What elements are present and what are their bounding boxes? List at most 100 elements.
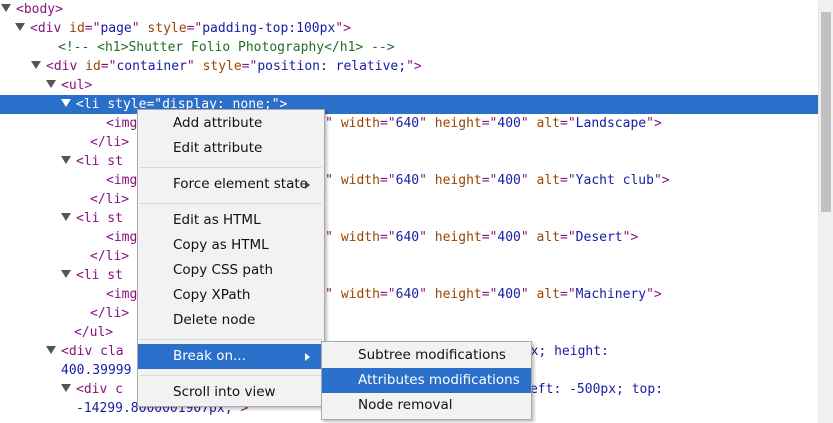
code-token: 640 bbox=[395, 173, 420, 188]
scrollbar-thumb[interactable] bbox=[821, 12, 831, 212]
code-token: <li bbox=[76, 97, 108, 112]
code-token: =" bbox=[379, 116, 396, 131]
expand-triangle-icon[interactable] bbox=[46, 346, 56, 354]
code-token: 400 bbox=[497, 173, 521, 188]
code-token: =" bbox=[481, 287, 498, 302]
menu-item-edit-as-html[interactable]: Edit as HTML bbox=[138, 208, 324, 233]
menu-item-subtree-modifications[interactable]: Subtree modifications bbox=[322, 343, 531, 368]
menu-item-add-attribute[interactable]: Add attribute bbox=[138, 111, 324, 136]
dom-node-line[interactable]: <img /1.jpg" width="640" height="400" al… bbox=[0, 114, 818, 133]
code-token: " bbox=[419, 287, 435, 302]
code-token: " bbox=[419, 173, 435, 188]
code-token: "> bbox=[646, 116, 662, 131]
code-token: <ul> bbox=[61, 78, 93, 93]
code-token: Landscape bbox=[575, 116, 647, 131]
code-token: </li> bbox=[90, 249, 130, 264]
expand-triangle-icon[interactable] bbox=[1, 4, 11, 12]
code-token: position: relative; bbox=[257, 59, 407, 74]
menu-item-force-element-state[interactable]: Force element state bbox=[138, 172, 324, 197]
code-token: 400 bbox=[497, 230, 521, 245]
expand-triangle-icon[interactable] bbox=[61, 213, 71, 221]
menu-item-label: Copy XPath bbox=[173, 287, 251, 303]
code-token: page bbox=[100, 21, 132, 36]
code-token: =" bbox=[241, 59, 258, 74]
dom-node-line[interactable]: <li st bbox=[0, 209, 818, 228]
menu-item-break-on[interactable]: Break on... bbox=[138, 344, 324, 369]
code-token: 640 bbox=[395, 287, 420, 302]
code-token: width bbox=[340, 230, 380, 245]
code-token: <div bbox=[30, 21, 70, 36]
code-token: height bbox=[434, 230, 482, 245]
code-token: " bbox=[520, 173, 537, 188]
dom-node-line[interactable]: <li st bbox=[0, 152, 818, 171]
dom-node-line[interactable]: <ul> bbox=[0, 76, 818, 95]
menu-item-copy-css-path[interactable]: Copy CSS path bbox=[138, 258, 324, 283]
menu-item-copy-xpath[interactable]: Copy XPath bbox=[138, 283, 324, 308]
menu-item-scroll-into-view[interactable]: Scroll into view bbox=[138, 380, 324, 405]
code-token: " bbox=[325, 116, 341, 131]
menu-item-node-removal[interactable]: Node removal bbox=[322, 393, 531, 418]
vertical-scrollbar[interactable] bbox=[818, 0, 833, 423]
code-token: 640 bbox=[395, 230, 420, 245]
code-token: =" bbox=[481, 116, 498, 131]
expand-triangle-icon[interactable] bbox=[61, 270, 71, 278]
code-token: "> bbox=[335, 21, 351, 36]
code-token: Yacht club bbox=[575, 173, 654, 188]
code-token: Desert bbox=[575, 230, 623, 245]
dom-node-line[interactable]: </li> bbox=[0, 247, 818, 266]
menu-item-copy-as-html[interactable]: Copy as HTML bbox=[138, 233, 324, 258]
menu-item-label: Copy as HTML bbox=[173, 237, 269, 253]
code-token: <div bbox=[46, 59, 86, 74]
expand-triangle-icon[interactable] bbox=[61, 384, 71, 392]
menu-item-label: Subtree modifications bbox=[358, 347, 506, 363]
menu-item-label: Scroll into view bbox=[173, 384, 276, 400]
code-token: </li> bbox=[90, 306, 130, 321]
code-token: </li> bbox=[90, 135, 130, 150]
code-token: =" bbox=[379, 287, 396, 302]
dom-node-line[interactable]: </li> bbox=[0, 133, 818, 152]
menu-item-label: Delete node bbox=[173, 312, 256, 328]
menu-item-label: Force element state bbox=[173, 176, 308, 192]
dom-node-line[interactable]: <div id="page" style="padding-top:100px"… bbox=[0, 19, 818, 38]
dom-node-line[interactable]: <li st m;"> bbox=[0, 266, 818, 285]
code-token: =" bbox=[379, 230, 396, 245]
dom-node-line[interactable]: </li> bbox=[0, 304, 818, 323]
code-token: "> bbox=[406, 59, 422, 74]
dom-node-line[interactable]: <img /3.jpg" width="640" height="400" al… bbox=[0, 228, 818, 247]
code-token: alt bbox=[536, 173, 561, 188]
code-token: <li st bbox=[76, 154, 123, 169]
menu-item-edit-attribute[interactable]: Edit attribute bbox=[138, 136, 324, 161]
expand-triangle-icon[interactable] bbox=[46, 80, 56, 88]
submenu-arrow-icon bbox=[305, 181, 310, 189]
dom-node-line[interactable]: <img /2.jpg" width="640" height="400" al… bbox=[0, 171, 818, 190]
menu-separator bbox=[140, 166, 322, 168]
code-token: alt bbox=[536, 230, 561, 245]
code-token: id bbox=[85, 59, 101, 74]
menu-item-delete-node[interactable]: Delete node bbox=[138, 308, 324, 333]
dom-node-line[interactable]: <img /4.jpg" width="640" height="400" al… bbox=[0, 285, 818, 304]
expand-triangle-icon[interactable] bbox=[15, 23, 25, 31]
selected-dom-node[interactable]: <li style="display: none;"> bbox=[0, 95, 818, 114]
code-token: style bbox=[147, 21, 187, 36]
dom-node-line[interactable]: </ul> bbox=[0, 323, 818, 342]
menu-item-label: Edit as HTML bbox=[173, 212, 261, 228]
expand-triangle-icon[interactable] bbox=[61, 156, 71, 164]
code-token: =" bbox=[379, 173, 396, 188]
dom-node-line[interactable]: <body> bbox=[0, 0, 818, 19]
code-token: <img bbox=[106, 230, 138, 245]
expand-triangle-icon[interactable] bbox=[31, 61, 41, 69]
break-on-submenu: Subtree modifications Attributes modifica… bbox=[321, 341, 532, 420]
code-token: <li st bbox=[76, 268, 123, 283]
code-token: <li st bbox=[76, 211, 123, 226]
dom-node-line[interactable]: <div id="container" style="position: rel… bbox=[0, 57, 818, 76]
expand-triangle-icon[interactable] bbox=[61, 99, 71, 107]
code-token: =" bbox=[560, 173, 576, 188]
code-token: height bbox=[434, 173, 482, 188]
dom-node-line[interactable]: <!-- <h1>Shutter Folio Photography</h1> … bbox=[0, 38, 818, 57]
dom-node-line[interactable]: </li> bbox=[0, 190, 818, 209]
code-token: " bbox=[520, 230, 537, 245]
menu-item-attributes-modifications[interactable]: Attributes modifications bbox=[322, 368, 531, 393]
menu-separator bbox=[140, 202, 322, 204]
code-token: " bbox=[520, 287, 537, 302]
code-token: alt bbox=[536, 116, 561, 131]
